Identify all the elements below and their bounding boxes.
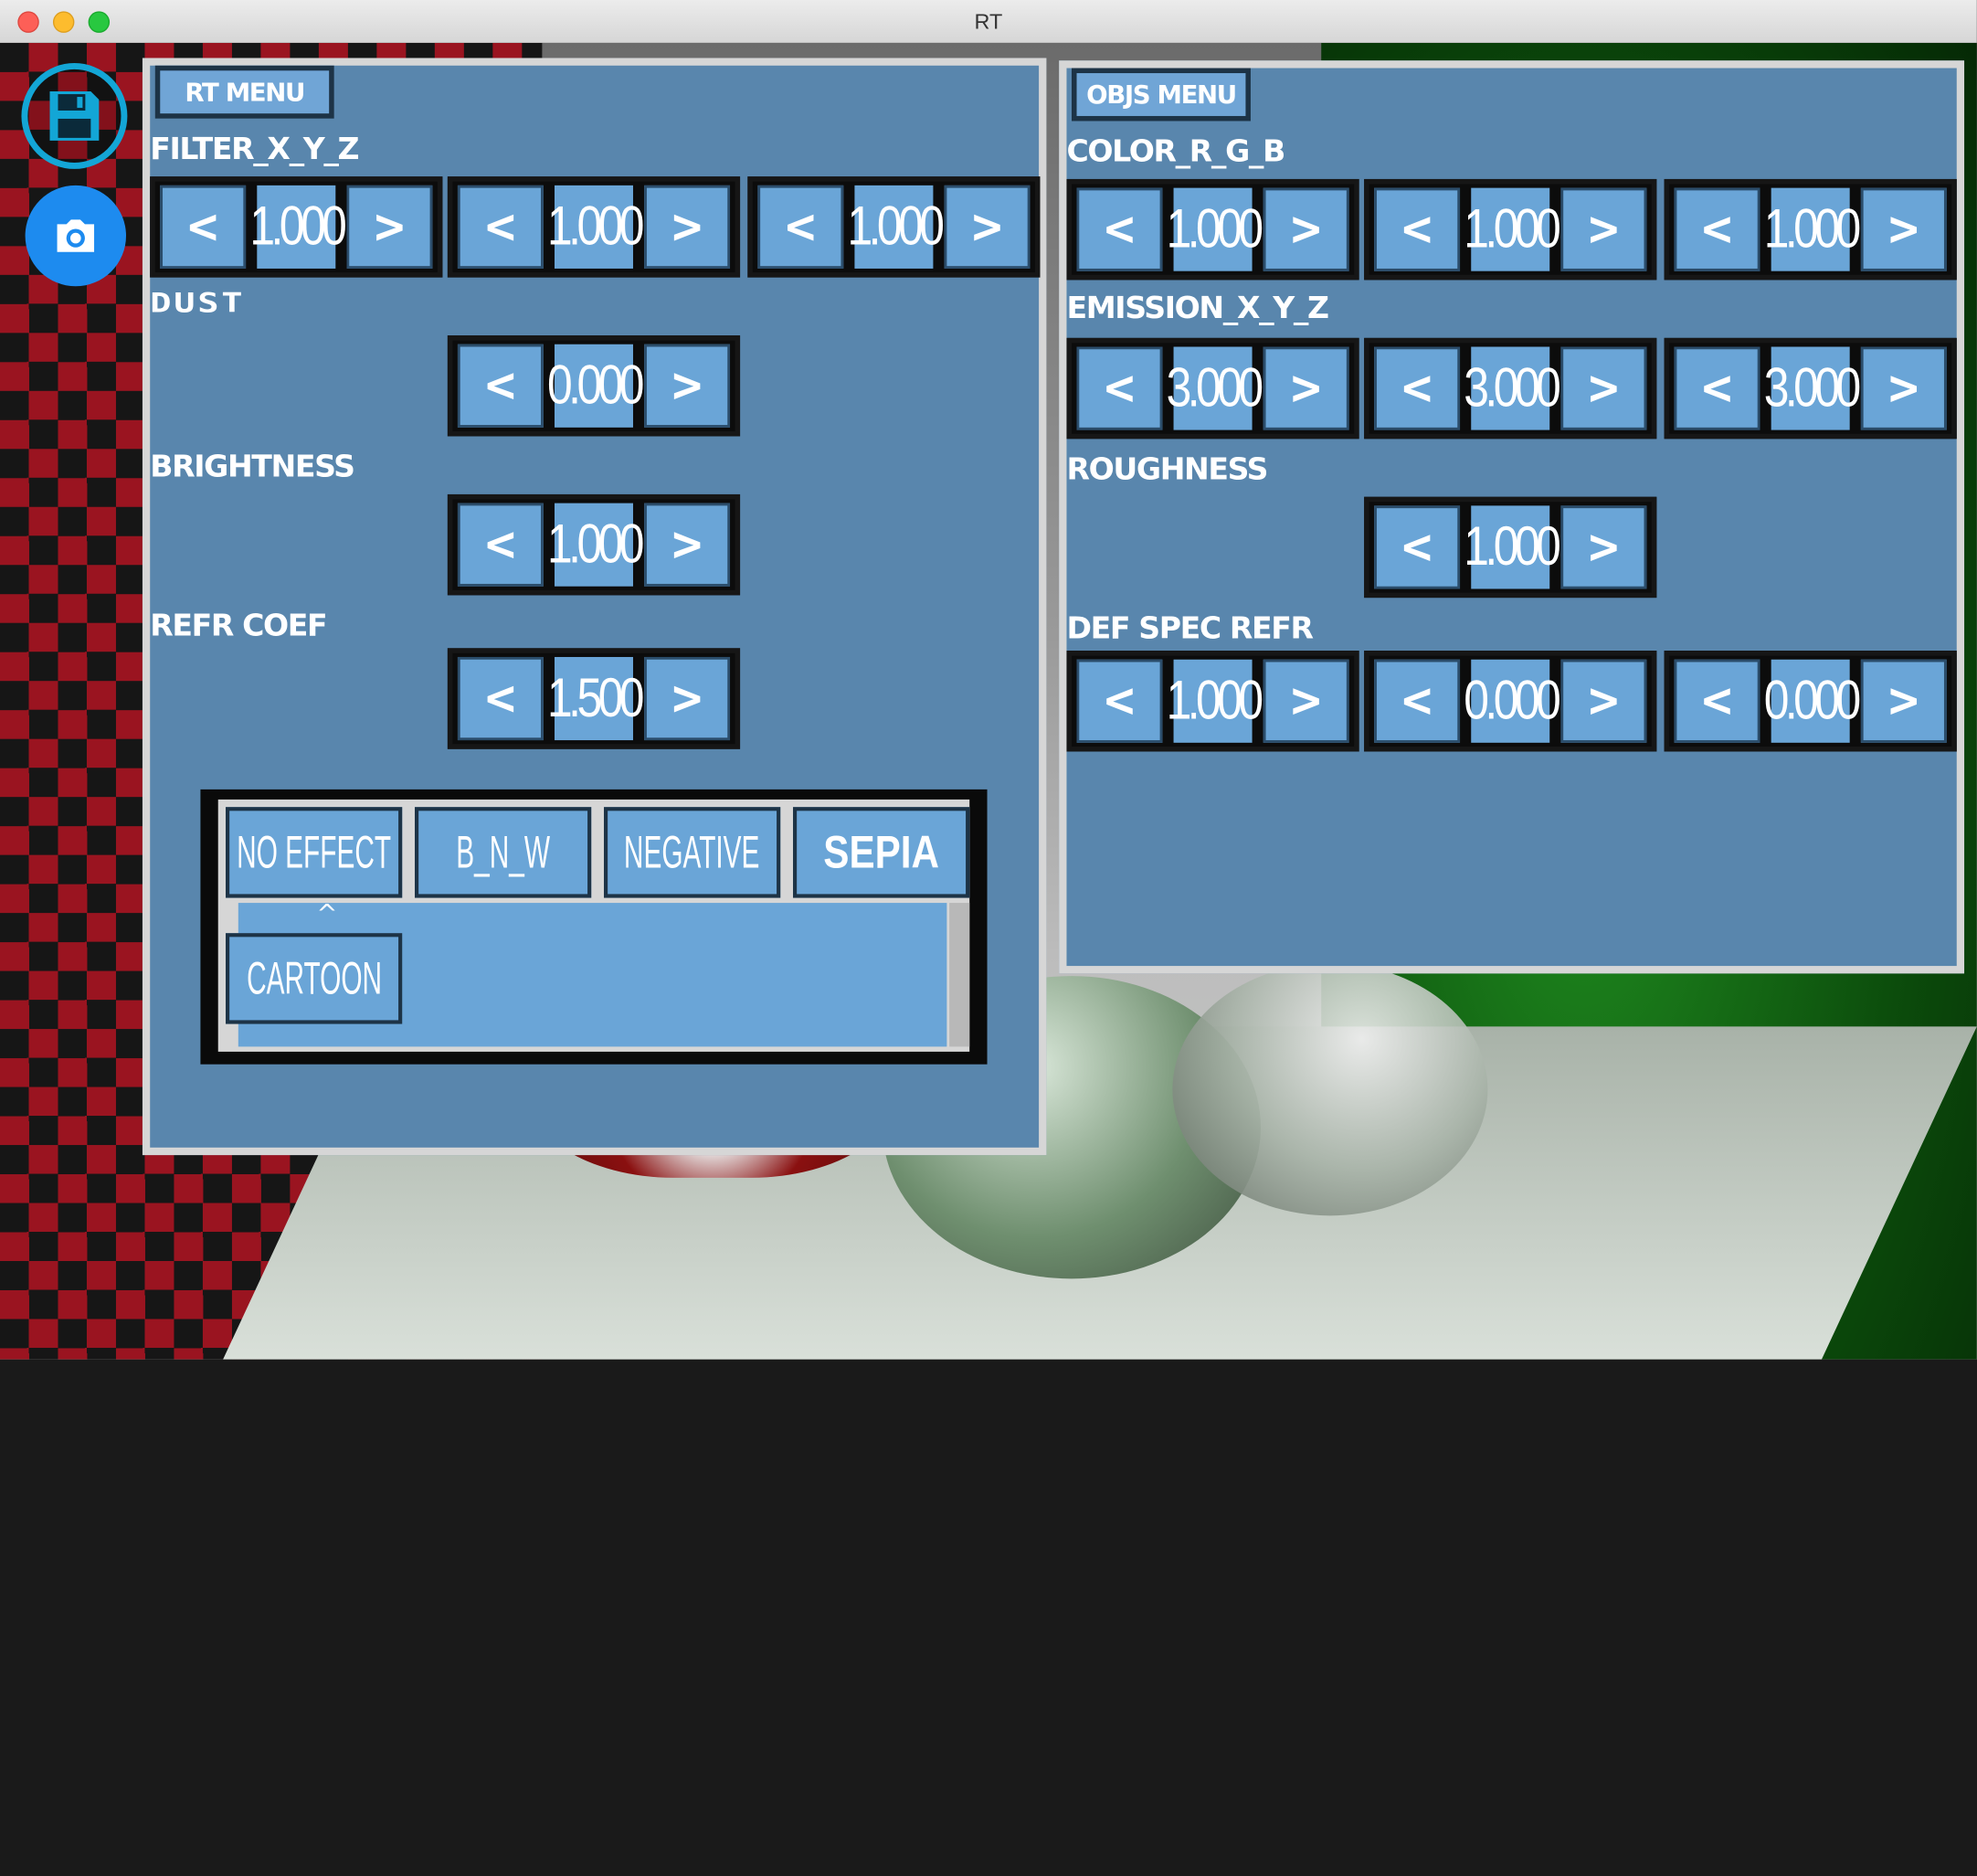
cartoon-label: CARTOON [246, 951, 382, 1004]
filter-x-decrement[interactable]: < [160, 185, 247, 269]
color-b-spinner: < 1.000 > [1664, 178, 1957, 281]
emission-z-spinner: < 3.000 > [1664, 337, 1957, 440]
filter-z-spinner: < 1.000 > [747, 176, 1041, 278]
refr-increment[interactable]: > [1860, 659, 1947, 743]
color-label: COLOR_R_G_B [1066, 133, 1285, 169]
def-decrement[interactable]: < [1076, 659, 1163, 743]
filter-y-increment[interactable]: > [644, 185, 731, 269]
objs-menu-tab[interactable]: OBJS MENU [1072, 68, 1251, 122]
effects-selector: NO EFFECT B_N_W NEGATIVE SEPIA ^ CARTOON [200, 789, 988, 1065]
color-r-value: 1.000 [1167, 187, 1263, 271]
color-r-decrement[interactable]: < [1076, 187, 1163, 271]
filter-x-spinner: < 1.000 > [150, 176, 443, 278]
color-g-increment[interactable]: > [1560, 187, 1647, 271]
def-value: 1.000 [1167, 659, 1263, 743]
sepia-label: SEPIA [823, 825, 939, 878]
roughness-label: ROUGHNESS [1066, 451, 1268, 487]
refr-spinner: < 0.000 > [1664, 651, 1957, 752]
brightness-decrement[interactable]: < [457, 503, 544, 587]
window-title: RT [974, 10, 1003, 35]
emission-y-decrement[interactable]: < [1374, 346, 1461, 430]
caret-up-icon: ^ [316, 897, 338, 928]
camera-icon [57, 219, 95, 252]
emission-y-value: 3.000 [1464, 346, 1561, 430]
glass-sphere [1172, 963, 1488, 1216]
rt-menu-tab[interactable]: RT MENU [154, 65, 334, 119]
sepia-button[interactable]: SEPIA [793, 807, 970, 898]
roughness-value: 1.000 [1464, 505, 1561, 589]
spec-value: 0.000 [1464, 659, 1561, 743]
no-effect-button[interactable]: NO EFFECT [226, 807, 403, 898]
filter-label: FILTER_X_Y_Z [150, 131, 359, 167]
brightness-value: 1.000 [547, 503, 644, 587]
brightness-label: BRIGHTNESS [150, 449, 355, 484]
refr-value: 0.000 [1764, 659, 1861, 743]
effects-scrollbar[interactable] [949, 903, 970, 1047]
objs-menu-panel: OBJS MENU COLOR_R_G_B < 1.000 > < 1.000 … [1059, 60, 1965, 974]
color-g-value: 1.000 [1464, 187, 1561, 271]
filter-x-value: 1.000 [249, 185, 347, 269]
title-bar: RT [0, 0, 1977, 45]
refr-decrement[interactable]: < [1674, 659, 1760, 743]
color-b-increment[interactable]: > [1860, 187, 1947, 271]
brightness-increment[interactable]: > [644, 503, 731, 587]
dust-value: 0.000 [547, 344, 644, 428]
def-spinner: < 1.000 > [1066, 651, 1359, 752]
def-increment[interactable]: > [1263, 659, 1349, 743]
color-b-value: 1.000 [1764, 187, 1861, 271]
emission-x-increment[interactable]: > [1263, 346, 1349, 430]
emission-y-spinner: < 3.000 > [1364, 337, 1657, 440]
emission-x-value: 3.000 [1167, 346, 1263, 430]
emission-z-value: 3.000 [1764, 346, 1861, 430]
dust-decrement[interactable]: < [457, 344, 544, 428]
spec-increment[interactable]: > [1560, 659, 1647, 743]
filter-z-increment[interactable]: > [944, 185, 1031, 269]
bnw-button[interactable]: B_N_W [415, 807, 592, 898]
roughness-decrement[interactable]: < [1374, 505, 1461, 589]
emission-z-increment[interactable]: > [1860, 346, 1947, 430]
filter-y-value: 1.000 [547, 185, 644, 269]
spec-spinner: < 0.000 > [1364, 651, 1657, 752]
no-effect-label: NO EFFECT [237, 825, 392, 878]
emission-x-decrement[interactable]: < [1076, 346, 1163, 430]
emission-y-increment[interactable]: > [1560, 346, 1647, 430]
dust-label: DUST [150, 287, 246, 319]
effects-container: NO EFFECT B_N_W NEGATIVE SEPIA ^ CARTOON [217, 799, 970, 1052]
spec-decrement[interactable]: < [1374, 659, 1461, 743]
save-button[interactable] [21, 63, 128, 169]
emission-z-decrement[interactable]: < [1674, 346, 1760, 430]
dust-increment[interactable]: > [644, 344, 731, 428]
negative-label: NEGATIVE [624, 825, 760, 878]
color-g-decrement[interactable]: < [1374, 187, 1461, 271]
emission-x-spinner: < 3.000 > [1066, 337, 1359, 440]
dust-spinner: < 0.000 > [447, 335, 741, 437]
filter-x-increment[interactable]: > [346, 185, 433, 269]
filter-y-spinner: < 1.000 > [447, 176, 741, 278]
filter-z-value: 1.000 [847, 185, 945, 269]
emission-label: EMISSION_X_Y_Z [1066, 290, 1329, 326]
bnw-label: B_N_W [456, 825, 550, 878]
refr-coef-decrement[interactable]: < [457, 656, 544, 741]
roughness-spinner: < 1.000 > [1364, 496, 1657, 599]
cartoon-button[interactable]: CARTOON [226, 933, 403, 1024]
negative-button[interactable]: NEGATIVE [604, 807, 781, 898]
filter-y-decrement[interactable]: < [457, 185, 544, 269]
brightness-spinner: < 1.000 > [447, 493, 741, 596]
refr-coef-label: REFR COEF [150, 608, 327, 643]
roughness-increment[interactable]: > [1560, 505, 1647, 589]
color-g-spinner: < 1.000 > [1364, 178, 1657, 281]
color-r-increment[interactable]: > [1263, 187, 1349, 271]
color-r-spinner: < 1.000 > [1066, 178, 1359, 281]
refr-coef-value: 1.500 [547, 656, 644, 741]
floppy-disk-icon [49, 91, 100, 141]
refr-coef-spinner: < 1.500 > [447, 648, 741, 749]
refr-coef-increment[interactable]: > [644, 656, 731, 741]
filter-z-decrement[interactable]: < [757, 185, 844, 269]
color-b-decrement[interactable]: < [1674, 187, 1760, 271]
screenshot-button[interactable] [25, 185, 127, 287]
def-spec-refr-label: DEF SPEC REFR [1066, 609, 1314, 646]
